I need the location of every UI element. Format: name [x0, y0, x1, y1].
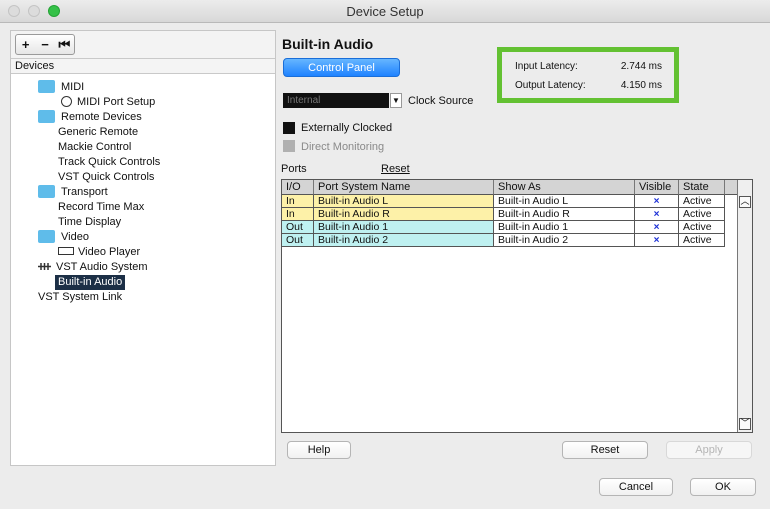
tree-item-midi-port-setup[interactable]: MIDI Port Setup	[61, 95, 155, 110]
tree-item-vst-quick-controls[interactable]: VST Quick Controls	[58, 170, 154, 185]
cancel-button[interactable]: Cancel	[599, 478, 673, 496]
clock-source-label: Clock Source	[408, 95, 474, 107]
direct-monitoring-checkbox[interactable]	[283, 140, 295, 152]
cell-port-name: Built-in Audio 1	[314, 221, 494, 234]
tree-item-video-player[interactable]: Video Player	[58, 245, 140, 260]
output-latency-label: Output Latency:	[515, 80, 586, 91]
externally-clocked-label: Externally Clocked	[301, 122, 393, 134]
tree-item-midi[interactable]: MIDI	[38, 79, 85, 95]
cell-io: In	[282, 195, 314, 208]
ports-table: I/O Port System Name Show As Visible Sta…	[281, 179, 753, 433]
cell-port-name: Built-in Audio L	[314, 195, 494, 208]
control-panel-button[interactable]: Control Panel	[283, 58, 400, 77]
visible-checkbox[interactable]: ×	[654, 222, 660, 233]
devices-header: Devices	[11, 58, 275, 74]
visible-checkbox[interactable]: ×	[654, 235, 660, 246]
cell-visible[interactable]: ×	[635, 208, 679, 221]
table-row[interactable]: In Built-in Audio R Built-in Audio R × A…	[282, 208, 737, 221]
cell-port-name: Built-in Audio 2	[314, 234, 494, 247]
cell-show-as[interactable]: Built-in Audio R	[494, 208, 635, 221]
device-toolbar-buttons: + − ⏮	[15, 34, 75, 55]
cell-visible[interactable]: ×	[635, 195, 679, 208]
tree-item-label: VST Audio System	[56, 261, 148, 273]
devices-panel: + − ⏮ Devices MIDI MIDI Port Setup Remot…	[10, 30, 276, 466]
column-header-visible[interactable]: Visible	[635, 180, 679, 195]
devices-toolbar: + − ⏮	[11, 31, 275, 58]
scroll-down-icon[interactable]: ﹀	[739, 418, 751, 430]
tree-item-video[interactable]: Video	[38, 229, 89, 245]
input-latency-value: 2.744 ms	[620, 61, 662, 72]
tree-item-vst-audio-system[interactable]: VST Audio System	[38, 260, 148, 275]
tree-item-built-in-audio[interactable]: Built-in Audio	[55, 275, 126, 290]
help-button[interactable]: Help	[287, 441, 351, 459]
cell-state: Active	[679, 195, 725, 208]
video-icon	[58, 247, 74, 256]
tree-item-label: Video Player	[78, 246, 141, 258]
ports-label: Ports	[281, 163, 307, 175]
table-row[interactable]: Out Built-in Audio 1 Built-in Audio 1 × …	[282, 221, 737, 234]
window-title: Device Setup	[346, 4, 424, 19]
apply-button[interactable]: Apply	[666, 441, 752, 459]
tree-item-mackie-control[interactable]: Mackie Control	[58, 140, 131, 155]
scroll-up-icon[interactable]: ︿	[739, 196, 751, 208]
cell-port-name: Built-in Audio R	[314, 208, 494, 221]
tree-item-time-display[interactable]: Time Display	[58, 215, 121, 230]
column-header-show-as[interactable]: Show As	[494, 180, 635, 195]
tree-item-label: Remote Devices	[61, 111, 142, 123]
column-header-state[interactable]: State	[679, 180, 725, 195]
tree-item-remote-devices[interactable]: Remote Devices	[38, 109, 142, 125]
folder-icon	[38, 109, 55, 123]
column-header-port-name[interactable]: Port System Name	[314, 180, 494, 195]
folder-icon	[38, 229, 55, 243]
reset-button[interactable]: Reset	[562, 441, 648, 459]
tree-item-label: MIDI	[61, 81, 85, 93]
folder-icon	[38, 184, 55, 198]
vst-icon	[38, 262, 51, 270]
cell-io: Out	[282, 221, 314, 234]
tree-item-transport[interactable]: Transport	[38, 184, 108, 200]
remove-device-button[interactable]: −	[37, 36, 53, 53]
cell-state: Active	[679, 234, 725, 247]
tree-item-label: Video	[61, 231, 89, 243]
clock-source-select[interactable]: Internal	[283, 93, 389, 108]
reset-device-button[interactable]: ⏮	[56, 36, 72, 53]
direct-monitoring-label: Direct Monitoring	[301, 141, 385, 153]
visible-checkbox[interactable]: ×	[654, 209, 660, 220]
cell-io: In	[282, 208, 314, 221]
latency-panel: Input Latency: 2.744 ms Output Latency: …	[497, 47, 679, 103]
ok-button[interactable]: OK	[690, 478, 756, 496]
cell-show-as[interactable]: Built-in Audio L	[494, 195, 635, 208]
column-header-io[interactable]: I/O	[282, 180, 314, 195]
tree-item-label: Transport	[61, 186, 108, 198]
cell-state: Active	[679, 208, 725, 221]
cell-io: Out	[282, 234, 314, 247]
title-bar: Device Setup	[0, 0, 770, 23]
output-latency-value: 4.150 ms	[620, 80, 662, 91]
add-device-button[interactable]: +	[18, 36, 34, 53]
tree-item-track-quick-controls[interactable]: Track Quick Controls	[58, 155, 160, 170]
folder-icon	[38, 79, 55, 93]
cell-show-as[interactable]: Built-in Audio 1	[494, 221, 635, 234]
cell-visible[interactable]: ×	[635, 221, 679, 234]
table-row[interactable]: Out Built-in Audio 2 Built-in Audio 2 × …	[282, 234, 737, 247]
tree-item-vst-system-link[interactable]: VST System Link	[38, 290, 122, 305]
table-scrollbar[interactable]: ︿ ﹀	[737, 180, 752, 432]
midi-port-icon	[61, 95, 72, 107]
table-row[interactable]: In Built-in Audio L Built-in Audio L × A…	[282, 195, 737, 208]
tree-item-label: MIDI Port Setup	[77, 96, 156, 108]
visible-checkbox[interactable]: ×	[654, 196, 660, 207]
cell-show-as[interactable]: Built-in Audio 2	[494, 234, 635, 247]
input-latency-label: Input Latency:	[515, 61, 578, 72]
ports-reset-link[interactable]: Reset	[381, 163, 410, 175]
page-title: Built-in Audio	[282, 36, 374, 52]
tree-item-generic-remote[interactable]: Generic Remote	[58, 125, 138, 140]
chevron-down-icon[interactable]: ▼	[390, 93, 402, 108]
cell-state: Active	[679, 221, 725, 234]
externally-clocked-checkbox[interactable]	[283, 122, 295, 134]
cell-visible[interactable]: ×	[635, 234, 679, 247]
tree-item-record-time-max[interactable]: Record Time Max	[58, 200, 144, 215]
